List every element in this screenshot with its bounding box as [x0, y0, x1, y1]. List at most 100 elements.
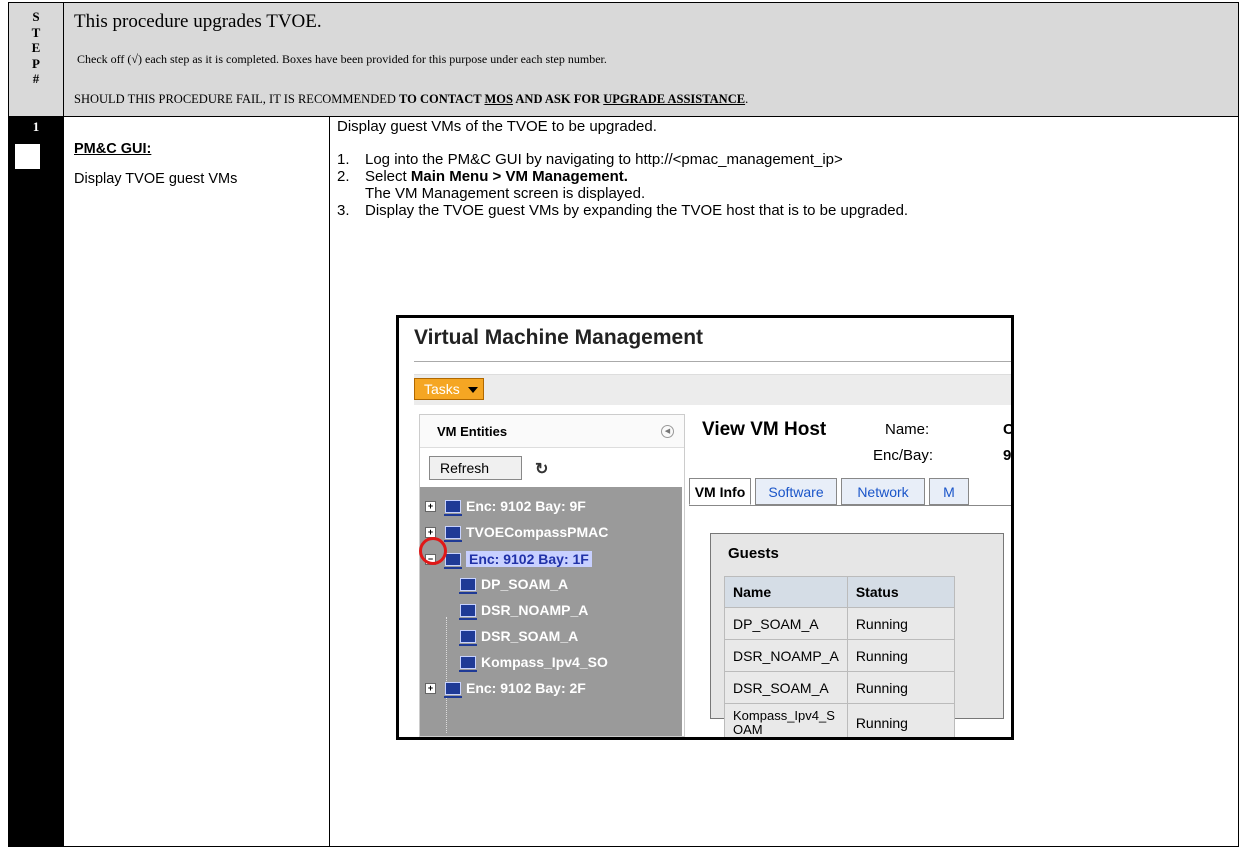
tab-media[interactable]: M [929, 478, 969, 505]
guests-title: Guests [728, 545, 779, 562]
instruction-item: 1. Log into the PM&C GUI by navigating t… [337, 151, 908, 168]
tree-node-label: DP_SOAM_A [481, 576, 569, 592]
vm-entities-title: VM Entities [437, 424, 508, 439]
computer-icon [459, 603, 477, 620]
expand-icon[interactable]: + [425, 682, 436, 694]
step-header-cell: S T E P # [9, 3, 64, 117]
enc-bay-label: Enc/Bay: [873, 447, 934, 464]
table-row[interactable]: DSR_NOAMP_A Running [724, 639, 955, 672]
tree-node[interactable]: + Enc: 9102 Bay: 2F [425, 677, 586, 699]
table-row[interactable]: Kompass_Ipv4_S OAM Running [724, 703, 955, 737]
computer-icon [459, 655, 477, 672]
failure-note-prefix: SHOULD THIS PROCEDURE FAIL, IT IS RECOMM… [74, 92, 400, 106]
tree-node-label: DSR_SOAM_A [481, 628, 579, 644]
instruction-item: 3. Display the TVOE guest VMs by expandi… [337, 202, 908, 219]
computer-icon [444, 552, 462, 569]
tree-node-label: Enc: 9102 Bay: 9F [466, 498, 586, 514]
tree-node[interactable]: DP_SOAM_A [459, 573, 569, 595]
tasks-label: Tasks [424, 381, 460, 397]
vm-tree: + Enc: 9102 Bay: 9F + TVOECompassPMAC − Enc… [420, 487, 682, 736]
table-header-row: Name Status [724, 576, 955, 608]
check-off-note: Check off (√) each step as it is complet… [77, 52, 607, 66]
column-header-name: Name [724, 576, 848, 608]
failure-note-mos: MOS [484, 92, 513, 106]
computer-icon [444, 525, 462, 542]
step-label-cell: PM&C GUI: Display TVOE guest VMs [64, 117, 330, 846]
refresh-icon[interactable]: ↻ [535, 459, 548, 479]
failure-note-assistance: UPGRADE ASSISTANCE [603, 92, 746, 106]
procedure-table: S T E P # This procedure upgrades TVOE. … [8, 2, 1239, 847]
step-letter: T [31, 24, 41, 40]
instruction-list: 1. Log into the PM&C GUI by navigating t… [337, 151, 908, 219]
instruction-pre: Select [365, 168, 411, 185]
guests-table: Name Status DP_SOAM_A Running DSR_NOAMP_… [724, 576, 955, 737]
step-letter: P [32, 55, 40, 71]
vm-management-title: Virtual Machine Management [414, 326, 704, 349]
tree-node-label: Kompass_Ipv4_SO [481, 654, 608, 670]
toolbar: Tasks [414, 374, 1011, 405]
step-number: 1 [32, 119, 40, 134]
step-checkbox[interactable] [15, 144, 40, 169]
vm-entities-header: VM Entities ◀ [420, 415, 684, 448]
guests-panel: Guests Name Status DP_SOAM_A Running DSR… [710, 533, 1004, 737]
highlight-circle [419, 537, 447, 565]
tree-node-label: DSR_NOAMP_A [481, 602, 589, 618]
tree-node-label: Enc: 9102 Bay: 2F [466, 680, 586, 696]
guest-status: Running [846, 607, 955, 640]
step-instructions-cell: Display guest VMs of the TVOE to be upgr… [330, 117, 1238, 846]
step-description: Display TVOE guest VMs [74, 171, 238, 187]
computer-icon [444, 681, 462, 698]
tab-network[interactable]: Network [841, 478, 925, 505]
failure-note-contact: TO CONTACT [399, 92, 485, 106]
tree-node[interactable]: DSR_SOAM_A [459, 625, 579, 647]
instruction-number: 3. [337, 202, 350, 219]
guest-name: DSR_NOAMP_A [724, 639, 848, 672]
computer-icon [444, 499, 462, 516]
failure-note: SHOULD THIS PROCEDURE FAIL, IT IS RECOMM… [74, 92, 748, 107]
tasks-button[interactable]: Tasks [414, 378, 484, 400]
guest-name: DP_SOAM_A [724, 607, 848, 640]
tree-node[interactable]: DSR_NOAMP_A [459, 599, 589, 621]
tab-vm-info[interactable]: VM Info [689, 478, 751, 505]
expand-icon[interactable]: + [425, 500, 436, 512]
expand-icon[interactable]: + [425, 526, 436, 538]
guest-status: Running [846, 703, 955, 737]
instruction-menu-path: Main Menu > VM Management. [410, 168, 628, 185]
tab-software[interactable]: Software [755, 478, 837, 505]
host-tabs: VM Info Software Network M [689, 478, 1011, 506]
step-intro: Display guest VMs of the TVOE to be upgr… [337, 118, 657, 135]
failure-note-end: . [745, 92, 749, 106]
tree-connector [446, 617, 447, 733]
computer-icon [459, 577, 477, 594]
instruction-item: 2. Select Main Menu > VM Management. [337, 168, 908, 185]
instruction-subtext: The VM Management screen is displayed. [365, 185, 646, 202]
guest-name: Kompass_Ipv4_S OAM [724, 703, 848, 737]
procedure-header: This procedure upgrades TVOE. Check off … [64, 3, 1238, 117]
instruction-text: Log into the PM&C GUI by navigating to h… [365, 151, 843, 168]
caret-down-icon [468, 387, 478, 393]
collapse-panel-icon[interactable]: ◀ [661, 425, 674, 438]
computer-icon [459, 629, 477, 646]
refresh-button[interactable]: Refresh [429, 456, 522, 480]
guest-status: Running [846, 639, 955, 672]
step-tag: PM&C GUI: [74, 141, 152, 157]
table-row[interactable]: DP_SOAM_A Running [724, 607, 955, 640]
tree-node[interactable]: + TVOECompassPMAC [425, 521, 608, 543]
enc-bay-value: 9 [1003, 447, 1012, 464]
host-name-label: Name: [885, 421, 930, 438]
step-letter: # [32, 71, 40, 86]
step-number-cell: 1 [9, 117, 64, 846]
column-header-status: Status [846, 576, 955, 608]
step-letter: E [31, 40, 41, 55]
table-row[interactable]: DSR_SOAM_A Running [724, 671, 955, 704]
tree-node[interactable]: Kompass_Ipv4_SO [459, 651, 608, 673]
view-vm-host-title: View VM Host [702, 419, 827, 440]
tree-node[interactable]: + Enc: 9102 Bay: 9F [425, 495, 586, 517]
instruction-number: 2. [337, 168, 350, 185]
guest-status: Running [846, 671, 955, 704]
vm-management-screenshot: Virtual Machine Management Tasks VM Enti… [396, 315, 1014, 740]
tree-node-selected[interactable]: − Enc: 9102 Bay: 1F [425, 548, 592, 570]
step-letter: S [32, 9, 40, 24]
title-divider [414, 361, 1011, 362]
host-name-value: C [1003, 421, 1014, 438]
